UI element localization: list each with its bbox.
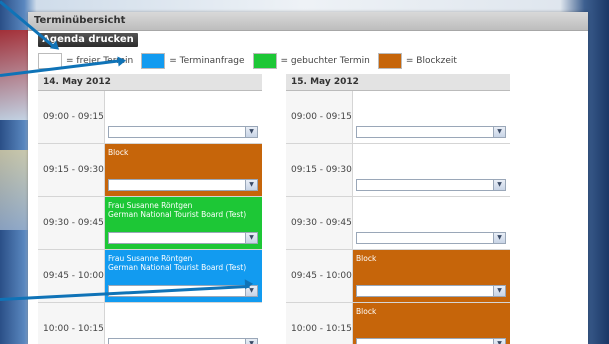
slot-cell-free[interactable]: ▼ bbox=[353, 197, 510, 249]
day-column-1: 14. May 2012 09:00 - 09:15 ▼ 09:15 - 09:… bbox=[38, 74, 262, 344]
slot-cell-block[interactable]: Block ▼ bbox=[353, 303, 510, 344]
slot-organization: German National Tourist Board (Test) bbox=[108, 210, 247, 219]
slot-row: 10:00 - 10:15 ▼ bbox=[38, 303, 262, 344]
slot-row: 09:15 - 09:30 ▼ bbox=[286, 144, 510, 197]
slot-row: 09:15 - 09:30 Block ▼ bbox=[38, 144, 262, 197]
slot-row: 09:00 - 09:15 ▼ bbox=[38, 91, 262, 144]
slot-row: 10:00 - 10:15 Block ▼ bbox=[286, 303, 510, 344]
slot-select[interactable]: ▼ bbox=[356, 126, 506, 138]
slot-time: 09:15 - 09:30 bbox=[38, 144, 105, 196]
legend-label-request: = Terminanfrage bbox=[169, 56, 245, 66]
slot-select[interactable]: ▼ bbox=[108, 179, 258, 191]
slot-label: Frau Susanne Röntgen German National Tou… bbox=[108, 201, 246, 219]
day-column-2: 15. May 2012 09:00 - 09:15 ▼ 09:15 - 09:… bbox=[286, 74, 510, 344]
slot-time: 09:45 - 10:00 bbox=[286, 250, 353, 302]
slot-person: Frau Susanne Röntgen bbox=[108, 254, 193, 263]
chevron-down-icon[interactable]: ▼ bbox=[245, 180, 257, 190]
slot-label: Block bbox=[356, 254, 377, 263]
chevron-down-icon[interactable]: ▼ bbox=[245, 233, 257, 243]
slot-row: 09:30 - 09:45 ▼ bbox=[286, 197, 510, 250]
slot-time: 09:15 - 09:30 bbox=[286, 144, 353, 196]
slot-time: 09:30 - 09:45 bbox=[286, 197, 353, 249]
legend-swatch-booked bbox=[252, 53, 277, 69]
slot-select[interactable]: ▼ bbox=[356, 179, 506, 191]
slot-cell-block[interactable]: Block ▼ bbox=[105, 144, 262, 196]
legend-label-block: = Blockzeit bbox=[405, 56, 457, 66]
slot-label: Block bbox=[108, 148, 129, 157]
legend-request: = Terminanfrage bbox=[141, 53, 245, 69]
slot-time: 09:00 - 09:15 bbox=[286, 91, 353, 143]
slot-cell-free[interactable]: ▼ bbox=[353, 91, 510, 143]
slot-organization: German National Tourist Board (Test) bbox=[108, 263, 247, 272]
chevron-down-icon[interactable]: ▼ bbox=[245, 127, 257, 137]
slot-time: 10:00 - 10:15 bbox=[286, 303, 353, 344]
slot-select[interactable]: ▼ bbox=[108, 126, 258, 138]
slot-select[interactable]: ▼ bbox=[108, 232, 258, 244]
slot-person: Frau Susanne Röntgen bbox=[108, 201, 193, 210]
day-date: 14. May 2012 bbox=[38, 74, 262, 91]
chevron-down-icon[interactable]: ▼ bbox=[493, 233, 505, 243]
slot-label: Block bbox=[356, 307, 377, 316]
legend-swatch-block bbox=[377, 53, 402, 69]
slot-select[interactable]: ▼ bbox=[108, 338, 258, 344]
chevron-down-icon[interactable]: ▼ bbox=[493, 286, 505, 296]
slot-row: 09:30 - 09:45 Frau Susanne Röntgen Germa… bbox=[38, 197, 262, 250]
slot-cell-free[interactable]: ▼ bbox=[105, 91, 262, 143]
annotation-arrow-head bbox=[117, 55, 127, 67]
background-decoration bbox=[0, 150, 30, 230]
slot-row: 09:45 - 10:00 Block ▼ bbox=[286, 250, 510, 303]
chevron-down-icon[interactable]: ▼ bbox=[493, 339, 505, 344]
annotation-arrow-head bbox=[244, 278, 254, 290]
slot-label: Frau Susanne Röntgen German National Tou… bbox=[108, 254, 246, 272]
slot-cell-booked[interactable]: Frau Susanne Röntgen German National Tou… bbox=[105, 197, 262, 249]
slot-select[interactable]: ▼ bbox=[356, 338, 506, 344]
slot-time: 10:00 - 10:15 bbox=[38, 303, 105, 344]
slot-select[interactable]: ▼ bbox=[356, 285, 506, 297]
legend-label-booked: = gebuchter Termin bbox=[280, 56, 370, 66]
day-date: 15. May 2012 bbox=[286, 74, 510, 91]
chevron-down-icon[interactable]: ▼ bbox=[245, 339, 257, 344]
panel-title: Terminübersicht bbox=[28, 12, 588, 31]
slot-cell-free[interactable]: ▼ bbox=[105, 303, 262, 344]
slot-time: 09:30 - 09:45 bbox=[38, 197, 105, 249]
slot-row: 09:00 - 09:15 ▼ bbox=[286, 91, 510, 144]
slot-select[interactable]: ▼ bbox=[356, 232, 506, 244]
legend-block: = Blockzeit bbox=[377, 53, 457, 69]
slot-cell-block[interactable]: Block ▼ bbox=[353, 250, 510, 302]
slot-time: 09:00 - 09:15 bbox=[38, 91, 105, 143]
chevron-down-icon[interactable]: ▼ bbox=[493, 127, 505, 137]
legend-booked: = gebuchter Termin bbox=[252, 53, 370, 69]
slot-cell-free[interactable]: ▼ bbox=[353, 144, 510, 196]
legend-swatch-request bbox=[141, 53, 166, 69]
chevron-down-icon[interactable]: ▼ bbox=[493, 180, 505, 190]
